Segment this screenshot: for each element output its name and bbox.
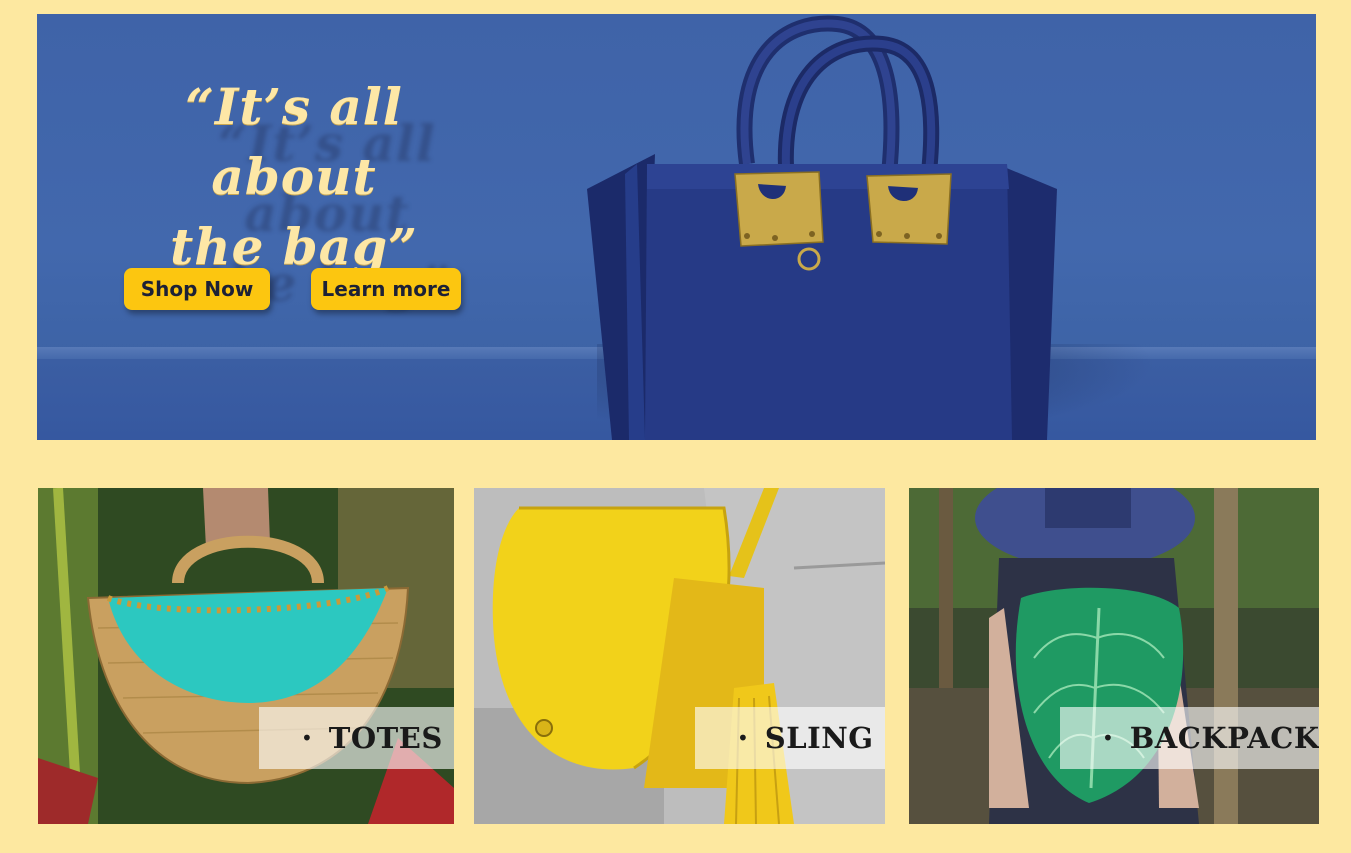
category-label-sling: • SLING [695,707,885,769]
hero-handbag-image [587,15,1057,440]
backpack-image [909,488,1319,824]
category-card-backpack[interactable]: • BACKPACK [909,488,1319,824]
category-name-totes: TOTES [328,721,443,755]
category-label-totes: • TOTES [259,707,454,769]
hero-banner: “It’s all about the bag” “It’s all about… [37,14,1316,440]
bullet-icon: • [1102,726,1114,750]
category-name-backpack: BACKPACK [1129,721,1319,755]
totes-image [38,488,454,824]
sling-image [474,488,885,824]
category-name-sling: SLING [764,721,874,755]
bullet-icon: • [301,726,313,750]
learn-more-button[interactable]: Learn more [311,268,461,310]
hero-tagline: “It’s all about the bag” [170,77,418,276]
bullet-icon: • [737,726,749,750]
category-label-backpack: • BACKPACK [1060,707,1319,769]
category-card-sling[interactable]: • SLING [474,488,885,824]
category-card-totes[interactable]: • TOTES [38,488,454,824]
shop-now-button[interactable]: Shop Now [124,268,270,310]
